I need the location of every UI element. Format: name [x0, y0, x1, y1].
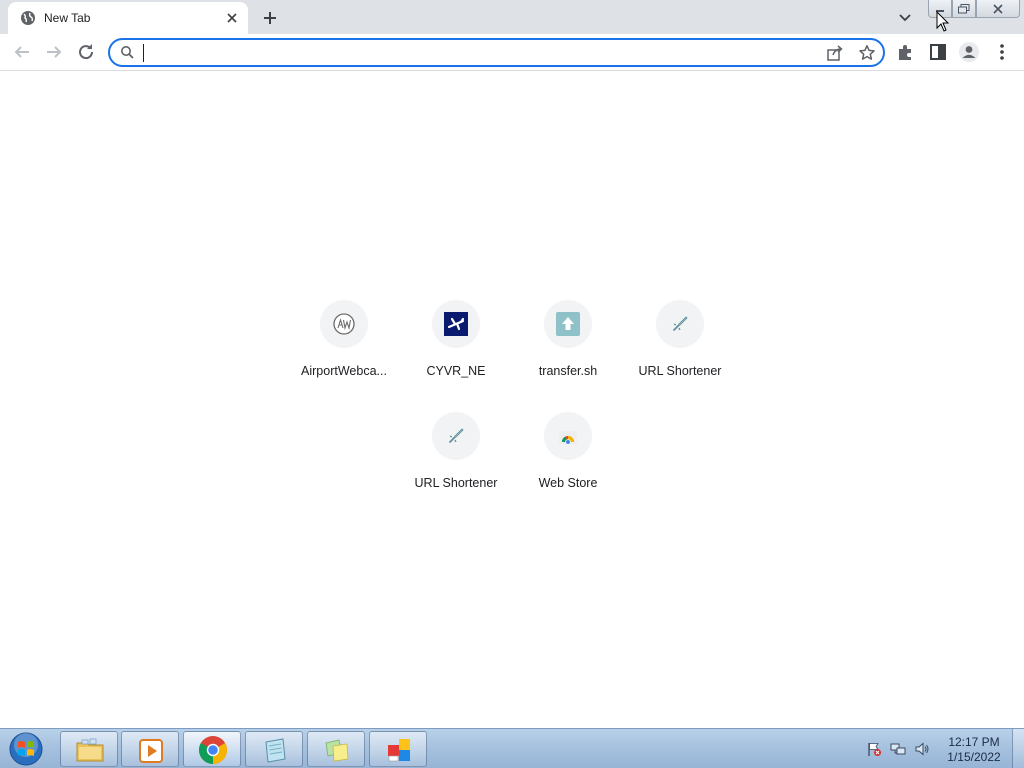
tab-strip: New Tab: [0, 0, 1024, 34]
taskbar: 12:17 PM 1/15/2022: [0, 728, 1024, 768]
arrow-right-icon[interactable]: [42, 40, 66, 64]
shortcut-tile[interactable]: URL Shortener: [624, 286, 736, 398]
close-icon[interactable]: [224, 10, 240, 26]
taskbar-media-player[interactable]: [121, 731, 179, 767]
close-window-button[interactable]: [976, 0, 1020, 18]
shortcut-tile[interactable]: CYVR_NE: [400, 286, 512, 398]
airportwebcams-icon: [333, 313, 355, 335]
shortcut-icon-wrap: [320, 300, 368, 348]
sticky-notes-icon: [325, 739, 349, 762]
star-icon[interactable]: [858, 44, 876, 62]
upload-arrow-icon: [556, 312, 580, 336]
taskbar-chrome[interactable]: [183, 731, 241, 767]
network-icon[interactable]: [890, 741, 906, 757]
taskbar-sticky-notes[interactable]: [307, 731, 365, 767]
shortcut-label: AirportWebca...: [301, 364, 387, 378]
shortcut-tile[interactable]: transfer.sh: [512, 286, 624, 398]
screen: New Tab AirportWebca... CYVR_NE transfer…: [0, 0, 1024, 768]
shortcut-icon-wrap: [544, 300, 592, 348]
volume-icon[interactable]: [914, 741, 930, 757]
taskbar-notepad[interactable]: [245, 731, 303, 767]
action-center-flag-icon[interactable]: [866, 741, 882, 757]
rocket-icon: [449, 428, 464, 443]
restore-icon: [958, 3, 970, 13]
address-input[interactable]: [142, 43, 812, 63]
folder-icon: [76, 738, 104, 762]
arrow-left-icon[interactable]: [10, 40, 34, 64]
side-panel-icon[interactable]: [926, 40, 950, 64]
windows-start-icon[interactable]: [6, 731, 46, 767]
reload-icon[interactable]: [74, 40, 98, 64]
globe-icon: [21, 11, 35, 25]
taskbar-paint[interactable]: [369, 731, 427, 767]
chevron-down-icon[interactable]: [894, 7, 916, 29]
profile-icon[interactable]: [957, 40, 981, 64]
rocket-icon: [673, 316, 688, 331]
clock-date[interactable]: 1/15/2022: [944, 750, 1004, 764]
browser-toolbar: [0, 34, 1024, 71]
shortcut-tile[interactable]: URL Shortener: [400, 398, 512, 510]
shortcut-tile[interactable]: AirportWebca...: [288, 286, 400, 398]
tab-title: New Tab: [44, 11, 91, 25]
text-caret: [143, 44, 144, 62]
share-icon[interactable]: [826, 44, 844, 62]
close-icon: [993, 3, 1003, 14]
kebab-menu-icon[interactable]: [990, 40, 1014, 64]
tab-new-tab[interactable]: New Tab: [8, 2, 248, 34]
mouse-cursor-icon: [936, 11, 950, 32]
restore-button[interactable]: [952, 0, 976, 18]
search-icon: [121, 46, 134, 59]
show-desktop-button[interactable]: [1012, 729, 1024, 768]
media-player-icon: [139, 739, 163, 763]
chrome-web-store-icon: [559, 431, 577, 445]
chrome-icon: [199, 736, 227, 764]
shortcut-icon-wrap: [432, 412, 480, 460]
shortcut-icon-wrap: [656, 300, 704, 348]
notepad-icon: [265, 738, 286, 763]
shortcut-label: URL Shortener: [414, 476, 498, 490]
shortcut-icon-wrap: [432, 300, 480, 348]
shortcut-label: Web Store: [538, 476, 598, 490]
shortcut-tile[interactable]: Web Store: [512, 398, 624, 510]
shortcut-label: URL Shortener: [638, 364, 722, 378]
shortcut-icon-wrap: [544, 412, 592, 460]
taskbar-file-explorer[interactable]: [60, 731, 118, 767]
shortcut-grid: AirportWebca... CYVR_NE transfer.sh URL …: [288, 286, 736, 510]
omnibox[interactable]: [108, 38, 885, 67]
clock-time[interactable]: 12:17 PM: [944, 735, 1004, 749]
paint-icon: [388, 739, 410, 762]
airplane-icon: [444, 312, 468, 336]
plus-icon[interactable]: [258, 6, 282, 30]
shortcut-label: transfer.sh: [538, 364, 598, 378]
shortcut-label: CYVR_NE: [426, 364, 486, 378]
puzzle-icon[interactable]: [894, 40, 918, 64]
